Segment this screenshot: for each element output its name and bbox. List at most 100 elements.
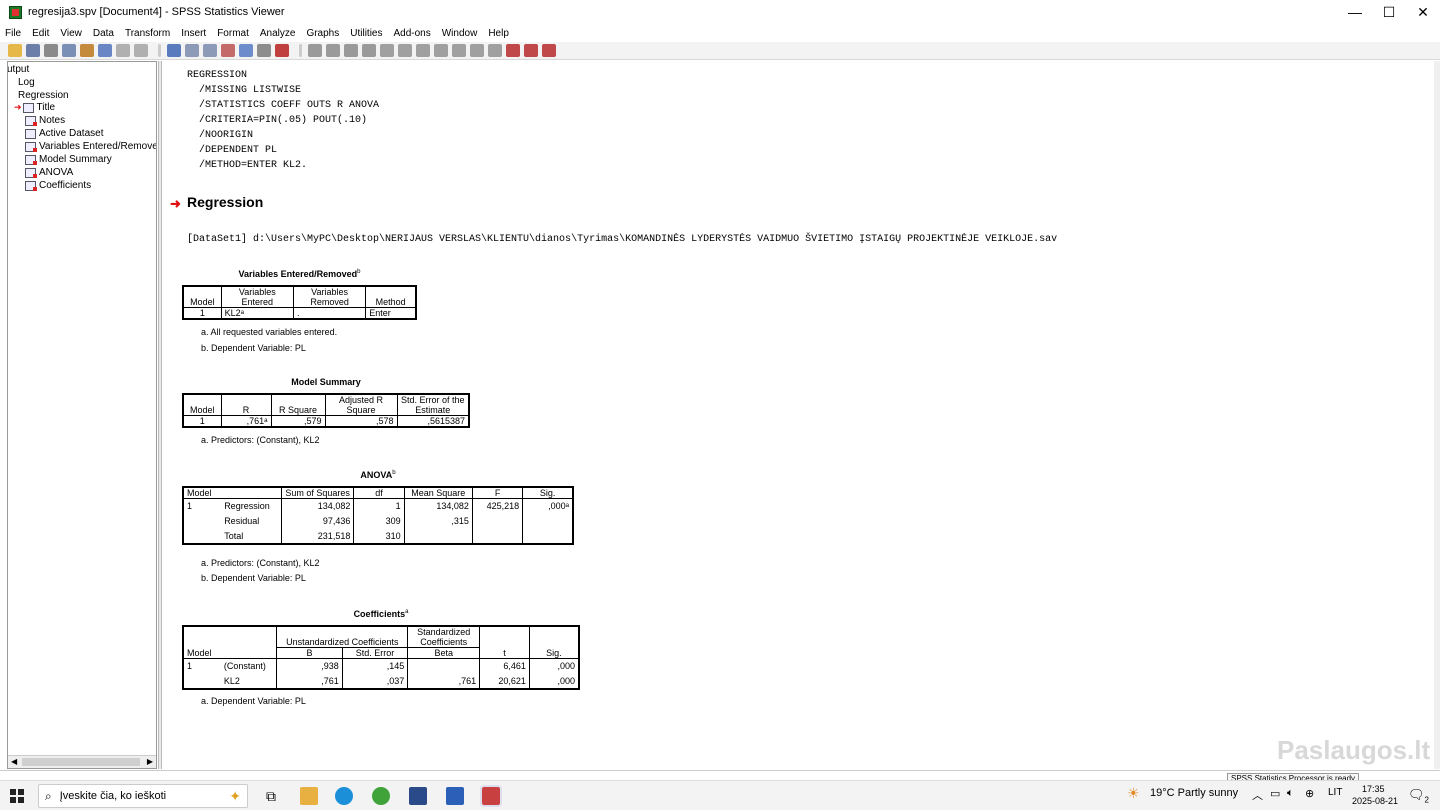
network-icon[interactable]: ▭ [1270, 787, 1280, 800]
col-df: df [353, 487, 405, 499]
tree-item-anova[interactable]: ANOVA [25, 167, 73, 178]
print-preview-icon[interactable] [62, 44, 76, 57]
remove-icon[interactable] [452, 44, 466, 57]
dialog-recall-icon[interactable] [98, 44, 112, 57]
col-std-error: Std. Error [341, 647, 408, 659]
utorrent-icon[interactable] [372, 787, 390, 805]
syntax-log: REGRESSION /MISSING LISTWISE /STATISTICS… [187, 70, 380, 171]
taskbar-search[interactable]: ⌕ Įveskite čia, ko ieškoti ✦ [38, 784, 248, 808]
col-mean-square: Mean Square [403, 487, 473, 499]
spss-taskbar-icon[interactable] [409, 787, 427, 805]
toolbar [0, 42, 1440, 60]
outline-pane[interactable]: utput Log Regression ➜ Title Notes Activ… [7, 61, 157, 769]
designate-window-icon[interactable] [275, 44, 289, 57]
goto-case-icon[interactable] [185, 44, 199, 57]
clock-date[interactable]: 2025-08-21 [1352, 796, 1398, 806]
goto-data-icon[interactable] [167, 44, 181, 57]
sparkle-icon: ✦ [229, 787, 241, 804]
table-row: 1 Regression 134,082 1 134,082 425,218 ,… [183, 498, 573, 514]
collapse-icon[interactable] [362, 44, 376, 57]
variables-icon[interactable] [221, 44, 235, 57]
menu-transform[interactable]: Transform [125, 28, 170, 39]
ms-title: Model Summary [291, 377, 361, 387]
plus-icon[interactable] [380, 44, 394, 57]
menu-help[interactable]: Help [488, 28, 509, 39]
menu-data[interactable]: Data [93, 28, 114, 39]
insert-title-icon[interactable] [524, 44, 538, 57]
tree-item-active-dataset[interactable]: Active Dataset [25, 128, 103, 139]
col-r-square: R Square [270, 394, 325, 416]
forward-arrow-icon[interactable] [416, 44, 430, 57]
edge-icon[interactable] [335, 787, 353, 805]
col-standardized: Standardized Coefficients [407, 626, 480, 648]
scroll-right-icon[interactable]: ▶ [147, 757, 153, 766]
hide-icon[interactable] [488, 44, 502, 57]
language-globe-icon[interactable]: ⊕ [1305, 787, 1314, 800]
anova-table[interactable]: Model Sum of Squares df Mean Square F Si… [182, 486, 574, 545]
tray-chevron-icon[interactable]: ︿ [1252, 787, 1263, 803]
menu-addons[interactable]: Add-ons [393, 28, 430, 39]
add-icon[interactable] [434, 44, 448, 57]
weather-icon[interactable]: ☀ [1127, 785, 1140, 802]
col-removed: Variables Removed [292, 286, 366, 308]
language-indicator[interactable]: LIT [1328, 787, 1342, 798]
output-pane[interactable]: REGRESSION /MISSING LISTWISE /STATISTICS… [162, 61, 1434, 769]
tree-item-notes[interactable]: Notes [25, 115, 65, 126]
scroll-left-icon[interactable]: ◀ [11, 757, 17, 766]
tree-item-coefficients[interactable]: Coefficients [25, 180, 91, 191]
anova-footnote-b: b. Dependent Variable: PL [201, 573, 306, 583]
back-arrow-icon[interactable] [398, 44, 412, 57]
maximize-button[interactable]: ☐ [1372, 0, 1406, 24]
col-sig: Sig. [522, 487, 573, 499]
menu-graphs[interactable]: Graphs [306, 28, 339, 39]
tree-log[interactable]: Log [18, 77, 35, 88]
volume-icon[interactable]: 🔈︎ [1287, 787, 1294, 800]
spss-viewer-taskbar-icon[interactable] [480, 785, 502, 807]
expand-icon[interactable] [344, 44, 358, 57]
find-icon[interactable] [239, 44, 253, 57]
tree-item-variables-entered[interactable]: Variables Entered/Removed [25, 141, 156, 152]
clock-time[interactable]: 17:35 [1362, 784, 1385, 794]
menu-view[interactable]: View [60, 28, 82, 39]
word-icon[interactable] [446, 787, 464, 805]
use-sets-icon[interactable] [257, 44, 271, 57]
save-icon[interactable] [26, 44, 40, 57]
tree-regression[interactable]: Regression [18, 90, 69, 101]
scroll-thumb[interactable] [22, 758, 140, 766]
task-view-icon[interactable]: ⧉ [262, 787, 280, 805]
open-icon[interactable] [8, 44, 22, 57]
minimize-button[interactable]: — [1338, 0, 1372, 24]
tree-output[interactable]: utput [8, 64, 29, 75]
promote-icon[interactable] [308, 44, 322, 57]
close-button[interactable]: ✕ [1406, 0, 1440, 24]
menu-insert[interactable]: Insert [181, 28, 206, 39]
weather-text[interactable]: 19°C Partly sunny [1150, 787, 1238, 799]
show-icon[interactable] [470, 44, 484, 57]
menu-utilities[interactable]: Utilities [350, 28, 382, 39]
insert-text-icon[interactable] [542, 44, 556, 57]
export-icon[interactable] [80, 44, 94, 57]
outline-horizontal-scrollbar[interactable]: ◀ ▶ [8, 755, 156, 768]
coefficients-table[interactable]: Unstandardized Coefficients Standardized… [182, 625, 580, 690]
windows-start-icon[interactable] [10, 789, 24, 803]
notification-icon[interactable]: 🗨︎2 [1408, 787, 1429, 805]
goto-variable-icon[interactable] [203, 44, 217, 57]
menu-analyze[interactable]: Analyze [260, 28, 296, 39]
insert-heading-icon[interactable] [506, 44, 520, 57]
output-vertical-scrollbar[interactable] [1434, 61, 1440, 769]
menu-format[interactable]: Format [217, 28, 249, 39]
col-adjusted-r-square: Adjusted R Square [324, 394, 397, 416]
menu-file[interactable]: File [5, 28, 21, 39]
undo-icon[interactable] [116, 44, 130, 57]
menu-window[interactable]: Window [442, 28, 478, 39]
tree-item-model-summary[interactable]: Model Summary [25, 154, 112, 165]
redo-icon[interactable] [134, 44, 148, 57]
menu-edit[interactable]: Edit [32, 28, 49, 39]
print-icon[interactable] [44, 44, 58, 57]
demote-icon[interactable] [326, 44, 340, 57]
tree-item-title[interactable]: ➜ Title [14, 102, 55, 113]
table-row: 1 KL2ᵃ . Enter [183, 307, 416, 319]
model-summary-table[interactable]: Model R R Square Adjusted R Square Std. … [182, 393, 470, 428]
file-explorer-icon[interactable] [300, 787, 318, 805]
variables-entered-table[interactable]: Model Variables Entered Variables Remove… [182, 285, 417, 320]
